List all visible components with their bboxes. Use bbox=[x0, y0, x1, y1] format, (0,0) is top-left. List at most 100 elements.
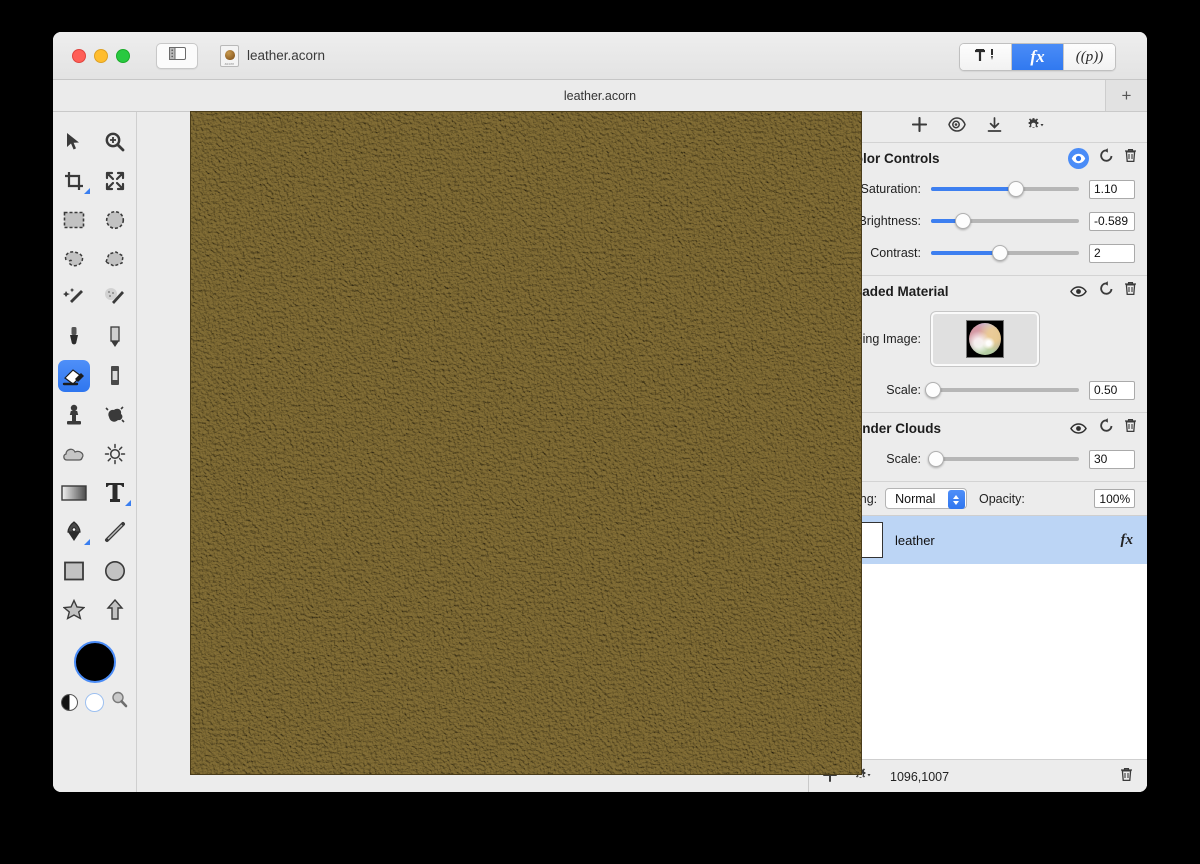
acorn-document-icon: acorn bbox=[220, 44, 239, 67]
shaded-scale-slider[interactable] bbox=[925, 381, 1079, 399]
filter-delete-button[interactable] bbox=[1124, 418, 1137, 438]
gradient-icon bbox=[61, 484, 87, 501]
filter-header-icons bbox=[1068, 281, 1137, 302]
document-tabbar: leather.acorn + bbox=[53, 80, 1147, 112]
shading-image-well[interactable] bbox=[931, 312, 1039, 366]
delete-layer-button[interactable] bbox=[1120, 767, 1133, 787]
swap-colors-icon[interactable] bbox=[61, 693, 78, 711]
eye-palette-icon[interactable] bbox=[947, 117, 966, 137]
gradient-tool[interactable] bbox=[53, 475, 95, 510]
eraser-tool[interactable] bbox=[53, 358, 95, 393]
square-icon bbox=[63, 561, 85, 581]
transform-tool[interactable] bbox=[95, 163, 137, 198]
workspace: Color Controls Saturation: 1.10 Brightne… bbox=[53, 112, 1147, 792]
zoom-tool[interactable] bbox=[95, 124, 137, 159]
smudge-tool[interactable] bbox=[95, 397, 137, 432]
filter-delete-button[interactable] bbox=[1124, 148, 1137, 168]
cursor-coordinates: 1096,1007 bbox=[890, 770, 950, 784]
foreground-color-swatch[interactable] bbox=[73, 641, 116, 683]
magic-wand-icon bbox=[62, 287, 85, 309]
tab-tools[interactable] bbox=[960, 44, 1012, 70]
clone-stamp-tool[interactable] bbox=[53, 397, 95, 432]
filter-delete-button[interactable] bbox=[1124, 281, 1137, 301]
magnifier-plus-icon bbox=[105, 132, 125, 152]
lasso-tool[interactable] bbox=[53, 241, 95, 276]
maximize-button[interactable] bbox=[116, 48, 130, 63]
ellipse-shape-tool[interactable] bbox=[95, 553, 137, 588]
pencil-tool[interactable] bbox=[95, 319, 137, 354]
close-button[interactable] bbox=[72, 48, 86, 63]
filter-visibility-toggle[interactable] bbox=[1068, 418, 1089, 439]
text-t-icon bbox=[105, 482, 125, 504]
chevron-updown-icon[interactable] bbox=[947, 490, 965, 509]
line-tool[interactable] bbox=[95, 514, 137, 549]
saturation-slider[interactable] bbox=[931, 180, 1079, 198]
filter-reset-button[interactable] bbox=[1099, 281, 1114, 301]
star-shape-tool[interactable] bbox=[53, 592, 95, 627]
magnifier-icon[interactable] bbox=[111, 691, 128, 713]
filter-visibility-toggle[interactable] bbox=[1068, 281, 1089, 302]
arrow-shape-tool[interactable] bbox=[95, 592, 137, 627]
tab-leather-acorn[interactable]: leather.acorn bbox=[564, 89, 636, 103]
ellipse-select-tool[interactable] bbox=[95, 202, 137, 237]
layer-name[interactable]: leather bbox=[895, 533, 1121, 548]
saturation-value-field[interactable]: 1.10 bbox=[1089, 179, 1135, 199]
tool-palette bbox=[53, 112, 137, 792]
sparkle-wand-icon bbox=[104, 287, 126, 309]
filter-reset-button[interactable] bbox=[1099, 148, 1114, 168]
text-tool[interactable] bbox=[95, 475, 137, 510]
tab-filters[interactable]: fx bbox=[1012, 44, 1064, 70]
filter-visibility-toggle[interactable] bbox=[1068, 147, 1089, 169]
filter-reset-button[interactable] bbox=[1099, 418, 1114, 438]
download-arrow-icon[interactable] bbox=[987, 116, 1002, 138]
document-title-group: acorn leather.acorn bbox=[220, 44, 325, 67]
sidebar-toggle-button[interactable] bbox=[156, 42, 198, 69]
burn-tool[interactable] bbox=[95, 436, 137, 471]
marker-icon bbox=[109, 365, 121, 387]
opacity-slider[interactable] bbox=[1033, 490, 1087, 508]
sun-icon bbox=[104, 443, 126, 465]
opacity-value-field[interactable]: 100% bbox=[1094, 489, 1135, 508]
layer-fx-badge[interactable]: fx bbox=[1121, 532, 1134, 549]
brush-tool[interactable] bbox=[95, 358, 137, 393]
cloud-icon bbox=[62, 446, 86, 462]
rectangle-shape-tool[interactable] bbox=[53, 553, 95, 588]
brightness-value-field[interactable]: -0.589 bbox=[1089, 211, 1135, 231]
canvas-area[interactable] bbox=[137, 112, 861, 792]
desktop-background: acorn leather.acorn fx ((p)) leather.aco… bbox=[0, 0, 1200, 864]
rect-marquee-icon bbox=[63, 211, 85, 229]
text-flyout-indicator[interactable] bbox=[125, 500, 131, 506]
dodge-tool[interactable] bbox=[53, 436, 95, 471]
bezier-pen-tool[interactable] bbox=[53, 514, 95, 549]
brightness-slider[interactable] bbox=[931, 212, 1079, 230]
filter-title: Render Clouds bbox=[845, 420, 942, 436]
shaded-scale-value-field[interactable]: 0.50 bbox=[1089, 380, 1135, 400]
background-color-swatch[interactable] bbox=[85, 692, 104, 712]
clouds-scale-value-field[interactable]: 30 bbox=[1089, 449, 1135, 469]
blending-mode-select[interactable]: Normal bbox=[885, 488, 967, 509]
star-icon bbox=[62, 599, 85, 620]
crop-flyout-indicator[interactable] bbox=[83, 188, 90, 194]
gear-chevron-icon[interactable] bbox=[1023, 117, 1045, 138]
minimize-button[interactable] bbox=[94, 48, 108, 63]
fx-icon: fx bbox=[1030, 47, 1045, 66]
contrast-slider[interactable] bbox=[931, 244, 1079, 262]
new-tab-button[interactable]: + bbox=[1105, 80, 1147, 111]
bucket-fill-tool[interactable] bbox=[53, 319, 95, 354]
tab-presets[interactable]: ((p)) bbox=[1064, 44, 1115, 70]
pen-flyout-indicator[interactable] bbox=[83, 539, 90, 545]
image-canvas[interactable] bbox=[191, 112, 861, 774]
rectangle-select-tool[interactable] bbox=[53, 202, 95, 237]
tool-grid bbox=[53, 124, 136, 627]
paint-bucket-icon bbox=[67, 326, 81, 348]
polygon-lasso-tool[interactable] bbox=[95, 241, 137, 276]
add-filter-button[interactable] bbox=[911, 116, 927, 137]
clouds-scale-slider[interactable] bbox=[928, 450, 1079, 468]
inspector-mode-segmented-control[interactable]: fx ((p)) bbox=[959, 43, 1116, 71]
instant-alpha-tool[interactable] bbox=[95, 280, 137, 315]
magic-wand-tool[interactable] bbox=[53, 280, 95, 315]
crop-tool[interactable] bbox=[53, 163, 95, 198]
contrast-value-field[interactable]: 2 bbox=[1089, 243, 1135, 263]
smudge-splat-icon bbox=[104, 405, 126, 425]
move-tool[interactable] bbox=[53, 124, 95, 159]
